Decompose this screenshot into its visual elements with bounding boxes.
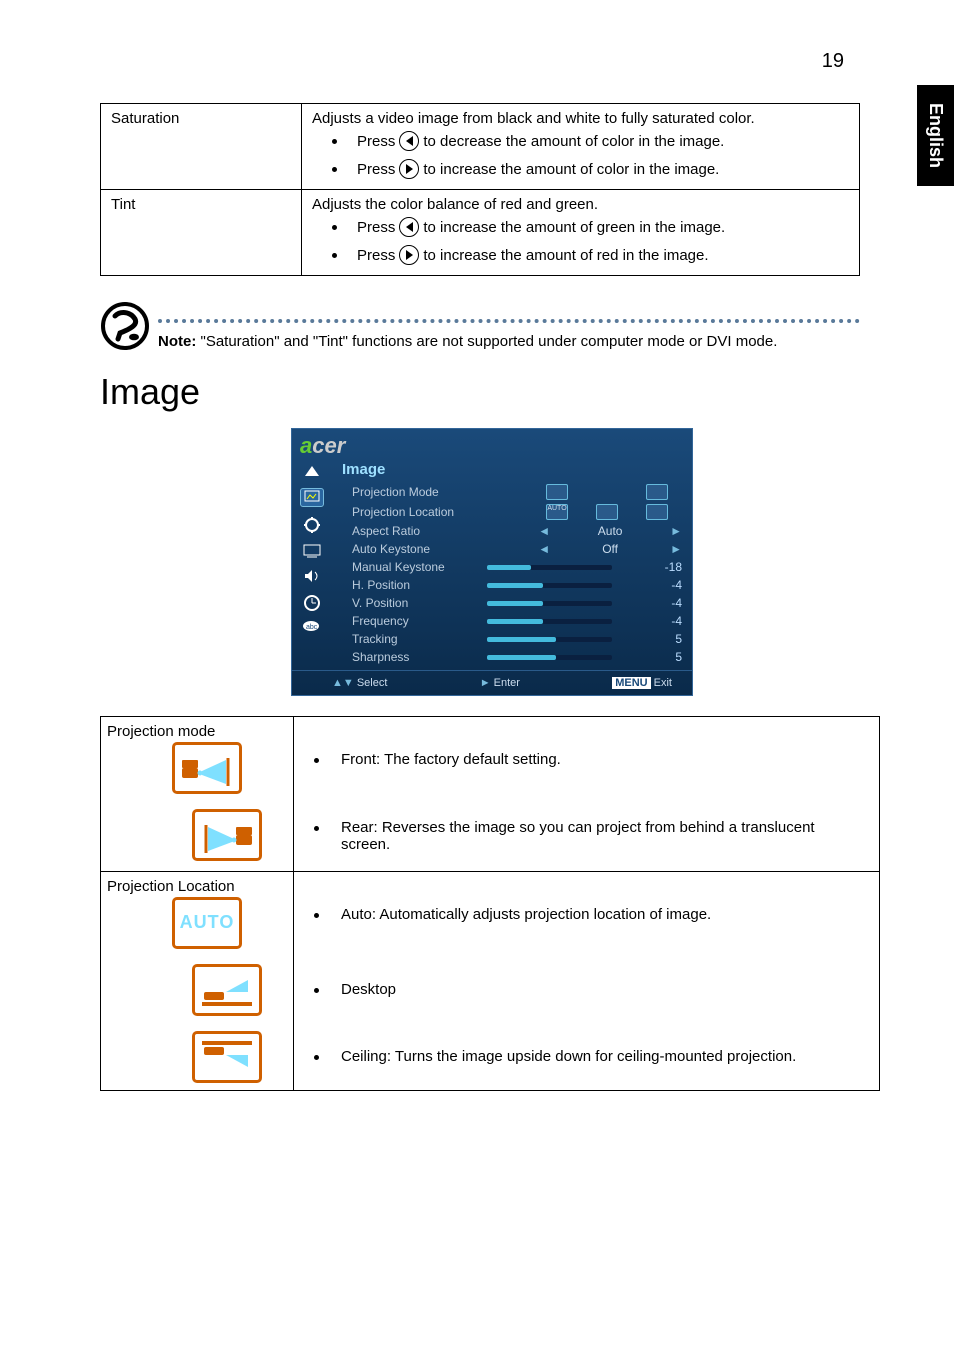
projection-table: Projection mode Front: The factory defau… [100,716,880,1091]
desktop-location-icon [192,964,262,1016]
ceiling-location-icon [192,1031,262,1083]
osd-title: Image [332,459,692,482]
timer-tab-icon [303,593,321,611]
auto-mini-icon: AUTO [546,504,568,520]
osd-key: Auto Keystone [342,542,538,556]
ceiling-mini-icon [646,504,668,520]
proj-mode-icon [646,484,668,500]
bullet-icon [332,167,337,172]
auto-location-icon: AUTO [172,897,242,949]
image-tab-icon [300,488,324,507]
right-arrow-icon [399,245,419,265]
desktop-location-text: Desktop [341,981,396,998]
tint-red-line: Press to increase the amount of red in t… [312,241,849,269]
language-tab: English [917,85,954,186]
osd-num: -4 [652,578,682,592]
bullet-icon [332,139,337,144]
left-arrow-icon [399,131,419,151]
tint-green-line: Press to increase the amount of green in… [312,213,849,241]
osd-key: Projection Location [342,505,532,519]
right-arrow-icon [399,159,419,179]
press-text: Press [357,219,395,236]
osd-num: 5 [652,632,682,646]
tint-green-text: to increase the amount of green in the i… [423,219,725,236]
saturation-increase-line: Press to increase the amount of color in… [312,155,849,183]
page-number: 19 [100,50,884,73]
osd-num: -4 [652,596,682,610]
rear-projection-icon [192,809,262,861]
osd-key: Manual Keystone [342,560,477,574]
note-body-text: "Saturation" and "Tint" functions are no… [196,333,777,350]
osd-key: V. Position [342,596,477,610]
left-arrow-icon [399,217,419,237]
desktop-mini-icon [596,504,618,520]
color-tab-icon [302,463,322,479]
front-projection-text: Front: The factory default setting. [341,751,561,768]
bullet-icon [314,913,319,918]
press-text: Press [357,161,395,178]
section-title: Image [100,371,884,413]
bullet-icon [314,758,319,763]
saturation-decrease-line: Press to decrease the amount of color in… [312,127,849,155]
projection-mode-label: Projection mode [107,723,287,740]
osd-key: Tracking [342,632,477,646]
osd-num: -18 [652,560,682,574]
language-tab-icon: abc [302,620,322,634]
saturation-decrease-text: to decrease the amount of color in the i… [423,133,724,150]
dashed-divider [158,319,860,323]
rear-projection-text: Rear: Reverses the image so you can proj… [341,819,863,853]
projection-location-label: Projection Location [107,878,287,895]
ceiling-location-text: Ceiling: Turns the image upside down for… [341,1048,796,1065]
note-block: Note: "Saturation" and "Tint" functions … [100,301,860,351]
tint-red-text: to increase the amount of red in the ima… [423,247,708,264]
bullet-icon [332,253,337,258]
osd-num: -4 [652,614,682,628]
osd-footer: ▲▼ Select ► Enter MENU Exit [292,670,692,691]
display-tab-icon [302,543,322,559]
press-text: Press [357,247,395,264]
bullet-icon [332,225,337,230]
saturation-desc: Adjusts a video image from black and whi… [312,110,849,127]
settings-table-1: Saturation Adjusts a video image from bl… [100,103,860,276]
auto-location-text: Auto: Automatically adjusts projection l… [341,906,711,923]
svg-text:abc: abc [306,624,318,631]
saturation-label: Saturation [111,110,291,127]
note-text: Note: "Saturation" and "Tint" functions … [158,333,860,350]
audio-tab-icon [303,568,321,584]
note-icon [100,301,150,351]
management-tab-icon [303,516,321,534]
tint-label: Tint [111,196,291,213]
osd-key: Frequency [342,614,477,628]
osd-num: 5 [652,650,682,664]
osd-key: Aspect Ratio [342,524,538,538]
osd-key: Projection Mode [342,485,532,499]
osd-val: Auto [550,524,670,538]
auto-icon-text: AUTO [180,912,235,933]
osd-screenshot: acer abc Image Projection Mode [291,428,693,696]
osd-val: Off [550,542,670,556]
front-projection-icon [172,742,242,794]
press-text: Press [357,133,395,150]
acer-logo: acer [292,429,692,459]
bullet-icon [314,1055,319,1060]
proj-mode-icon [546,484,568,500]
note-label: Note: [158,333,196,350]
tint-desc: Adjusts the color balance of red and gre… [312,196,849,213]
osd-key: H. Position [342,578,477,592]
saturation-increase-text: to increase the amount of color in the i… [423,161,719,178]
osd-key: Sharpness [342,650,477,664]
bullet-icon [314,988,319,993]
bullet-icon [314,826,319,831]
